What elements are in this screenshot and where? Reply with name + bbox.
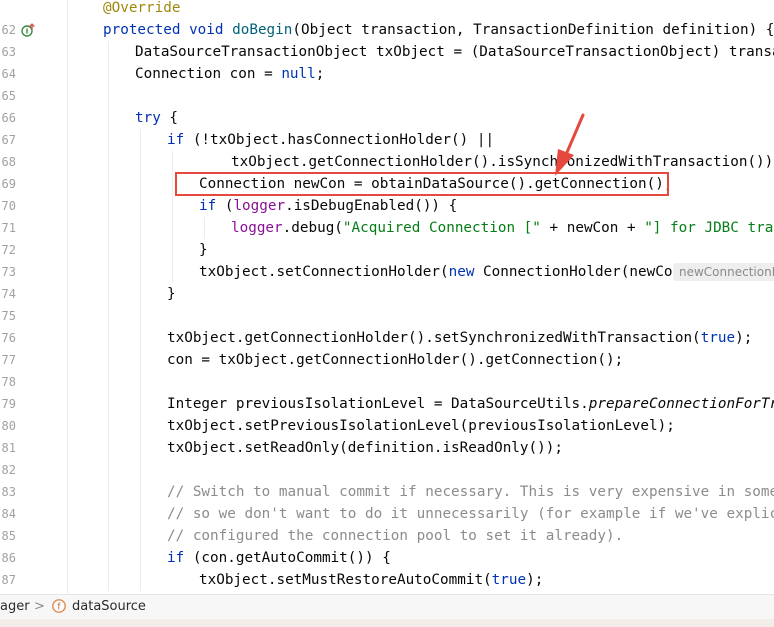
- bottom-strip: [0, 619, 774, 627]
- breadcrumb-item-field[interactable]: dataSource: [72, 598, 146, 616]
- breadcrumb-item-class[interactable]: ager: [0, 598, 30, 616]
- field-icon: f: [52, 599, 66, 619]
- breadcrumb: ager > f dataSource: [0, 594, 774, 619]
- code-editor[interactable]: @Override 62 protected void doBegin(Object…: [0, 0, 774, 594]
- breadcrumb-separator: >: [34, 599, 45, 614]
- annotation-arrow: [555, 113, 585, 176]
